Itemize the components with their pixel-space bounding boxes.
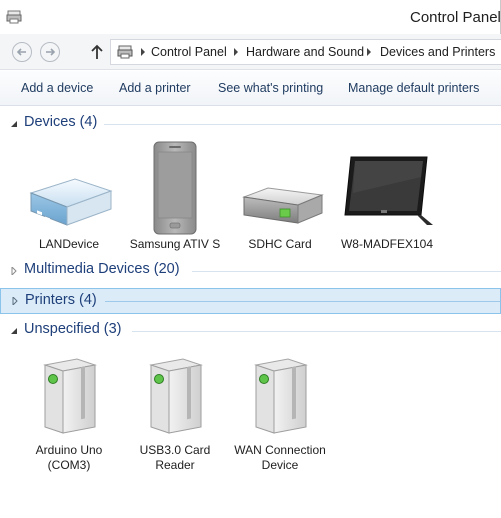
generic-device-icon bbox=[43, 358, 97, 434]
group-header-printers[interactable]: Printers (4) bbox=[0, 288, 501, 314]
expanded-arrow-icon[interactable] bbox=[10, 120, 18, 128]
group-header-devices[interactable]: Devices (4) bbox=[0, 112, 501, 136]
add-printer-button[interactable]: Add a printer bbox=[119, 81, 191, 95]
breadcrumb-separator-icon[interactable] bbox=[365, 47, 373, 57]
generic-device-icon bbox=[254, 358, 308, 434]
device-name: SDHC Card bbox=[248, 237, 312, 251]
group-divider bbox=[192, 271, 501, 272]
add-device-button[interactable]: Add a device bbox=[21, 81, 93, 95]
device-name: LANDevice bbox=[38, 237, 100, 251]
device-usb3-card-reader[interactable]: USB3.0 Card Reader bbox=[121, 357, 229, 477]
group-divider bbox=[104, 124, 501, 125]
forward-button[interactable] bbox=[40, 42, 60, 62]
back-button[interactable] bbox=[12, 42, 32, 62]
window-title: Control Panel\ bbox=[410, 9, 501, 26]
group-label-unspecified: Unspecified (3) bbox=[24, 321, 122, 337]
device-samsung-ativ-s[interactable]: Samsung ATIV S bbox=[121, 139, 229, 251]
arrow-left-icon bbox=[16, 48, 26, 56]
control-panel-icon bbox=[117, 45, 133, 59]
breadcrumb-hardware-and-sound[interactable]: Hardware and Sound bbox=[246, 45, 364, 59]
generic-device-icon bbox=[149, 358, 203, 434]
see-whats-printing-button[interactable]: See what's printing bbox=[218, 81, 323, 95]
collapsed-arrow-icon[interactable] bbox=[10, 267, 18, 275]
drive-icon bbox=[242, 187, 324, 224]
group-header-unspecified[interactable]: Unspecified (3) bbox=[0, 319, 501, 343]
address-bar: Control Panel Hardware and Sound Devices… bbox=[0, 34, 501, 70]
arrow-right-icon bbox=[46, 48, 56, 56]
group-label-devices: Devices (4) bbox=[24, 114, 98, 130]
router-icon bbox=[29, 178, 113, 228]
command-bar: Add a device Add a printer See what's pr… bbox=[0, 71, 501, 106]
collapsed-arrow-icon[interactable] bbox=[11, 297, 19, 305]
group-header-multimedia-devices[interactable]: Multimedia Devices (20) bbox=[0, 259, 501, 283]
group-divider bbox=[132, 331, 501, 332]
breadcrumb-devices-and-printers[interactable]: Devices and Printers bbox=[380, 45, 495, 59]
device-wan-connection[interactable]: WAN Connection Device bbox=[226, 357, 334, 477]
device-landevice[interactable]: LANDevice bbox=[15, 139, 123, 251]
expanded-arrow-icon[interactable] bbox=[10, 327, 18, 335]
device-name: USB3.0 Card Reader bbox=[139, 443, 211, 472]
group-label-multimedia-devices: Multimedia Devices (20) bbox=[24, 261, 180, 277]
device-name: Arduino Uno (COM3) bbox=[35, 443, 103, 472]
breadcrumb-separator-icon[interactable] bbox=[232, 47, 240, 57]
up-arrow-icon[interactable] bbox=[90, 44, 104, 60]
device-name: WAN Connection Device bbox=[234, 443, 326, 472]
title-bar: Control Panel\ bbox=[0, 0, 501, 34]
device-name: W8-MADFEX104 bbox=[340, 237, 434, 251]
group-label-printers: Printers (4) bbox=[25, 292, 97, 308]
group-divider bbox=[105, 301, 500, 302]
breadcrumb-control-panel[interactable]: Control Panel bbox=[151, 45, 227, 59]
manage-default-printers-button[interactable]: Manage default printers bbox=[348, 81, 479, 95]
phone-icon bbox=[153, 141, 197, 235]
breadcrumb-separator-icon[interactable] bbox=[139, 47, 147, 57]
devices-printers-icon bbox=[6, 10, 22, 24]
device-name: Samsung ATIV S bbox=[129, 237, 221, 251]
device-list: Devices (4) LANDevice Samsung ATIV S SDH… bbox=[0, 107, 501, 518]
device-w8-madfex104[interactable]: W8-MADFEX104 bbox=[333, 139, 441, 251]
address-field[interactable]: Control Panel Hardware and Sound Devices… bbox=[110, 39, 501, 65]
device-arduino-uno[interactable]: Arduino Uno (COM3) bbox=[15, 357, 123, 477]
device-sdhc-card[interactable]: SDHC Card bbox=[226, 139, 334, 251]
tablet-icon bbox=[344, 156, 433, 225]
